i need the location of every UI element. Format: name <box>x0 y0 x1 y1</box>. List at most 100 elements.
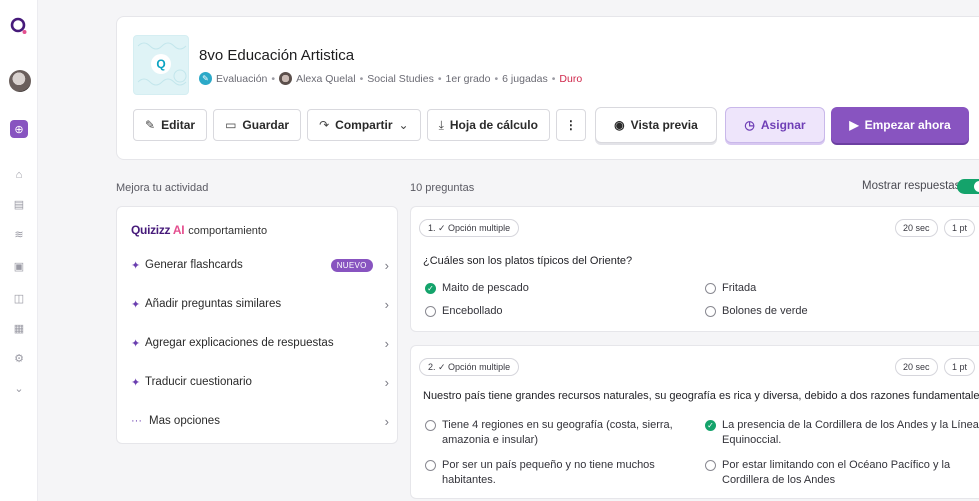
clock-icon: ◷ <box>744 118 755 132</box>
start-label: Empezar ahora <box>864 118 951 132</box>
radio-icon <box>705 306 716 317</box>
difficulty-badge: Duro <box>559 72 583 85</box>
time-pill[interactable]: 20 sec <box>895 219 938 237</box>
question-text: ¿Cuáles son los platos típicos del Orien… <box>423 255 633 267</box>
folder-icon: ▭ <box>225 118 237 132</box>
classes-icon[interactable]: ▣ <box>12 260 26 274</box>
quizizz-logo-icon[interactable] <box>9 16 29 36</box>
sparkle-icon: ✦ <box>131 376 141 389</box>
subscriptions-icon[interactable]: ▦ <box>12 322 26 336</box>
page-title: 8vo Educación Artistica <box>199 47 355 64</box>
option-text: Maito de pescado <box>442 282 529 294</box>
explore-icon[interactable]: ⌂ <box>12 168 26 182</box>
sparkle-icon: ✦ <box>131 298 141 311</box>
save-button[interactable]: ▭ Guardar <box>213 109 302 141</box>
improve-card: Quizizz AI comportamiento ✦ Generar flas… <box>116 206 398 444</box>
share-label: Compartir <box>335 118 393 132</box>
answer-option: Fritada <box>705 281 756 296</box>
question-text: Nuestro país tiene grandes recursos natu… <box>423 390 979 402</box>
answer-option: ✓ Maito de pescado <box>425 281 529 296</box>
library-icon[interactable]: ▤ <box>12 198 26 212</box>
author-avatar <box>279 72 293 85</box>
answer-option: Encebollado <box>425 304 503 319</box>
preview-button[interactable]: ◉ Vista previa <box>595 107 717 143</box>
radio-icon <box>425 306 436 317</box>
sparkle-icon: ✦ <box>131 337 141 350</box>
chevron-right-icon: › <box>384 413 389 429</box>
brand-suffix: comportamiento <box>188 225 268 237</box>
chevron-right-icon: › <box>384 335 389 351</box>
reports-icon[interactable]: ≋ <box>12 228 26 242</box>
edit-button[interactable]: ✎ Editar <box>133 109 208 141</box>
play-icon: ▶ <box>849 118 859 132</box>
add-similar-questions-item[interactable]: ✦ Añadir preguntas similares › <box>131 295 389 313</box>
accommodations-icon[interactable]: ◫ <box>12 292 26 306</box>
generate-flashcards-item[interactable]: ✦ Generar flashcards NUEVO › <box>131 256 389 274</box>
more-options-button[interactable]: ⋮ <box>555 109 586 141</box>
start-now-button[interactable]: ▶ Empezar ahora <box>831 107 969 143</box>
points-pill[interactable]: 1 pt <box>944 358 976 376</box>
preview-label: Vista previa <box>630 118 698 132</box>
chevron-right-icon: › <box>384 257 389 273</box>
answer-option: ✓ La presencia de la Cordillera de los A… <box>705 418 979 448</box>
assign-button[interactable]: ◷ Asignar <box>725 107 825 143</box>
points-pill[interactable]: 1 pt <box>944 219 976 237</box>
quiz-toolbar: ✎ Editar ▭ Guardar ↷ Compartir ⌄ ⤓ Hoja … <box>133 109 586 141</box>
quiz-subject: Social Studies <box>367 72 434 85</box>
assign-label: Asignar <box>760 118 806 132</box>
answer-option: Por ser un país pequeño y no tiene mucho… <box>425 458 705 488</box>
edit-label: Editar <box>161 118 196 132</box>
brand-ai: AI <box>172 223 185 237</box>
separator: • <box>271 72 276 85</box>
chevron-down-icon: ⌄ <box>398 118 409 132</box>
assessment-icon: ✎ <box>199 72 212 85</box>
radio-icon <box>705 460 716 471</box>
option-text: La presencia de la Cordillera de los And… <box>722 419 979 446</box>
question-type-pill: 1. ✓ Opción multiple <box>419 219 520 237</box>
quiz-author[interactable]: Alexa Quelal <box>296 73 356 85</box>
show-answers-label: Mostrar respuestas <box>862 180 961 192</box>
radio-icon <box>425 460 436 471</box>
left-rail: ⊕ ⌂ ▤ ≋ ▣ ◫ ▦ ⚙ ⌄ <box>0 0 38 501</box>
quiz-meta: ✎ Evaluación • Alexa Quelal • Social Stu… <box>199 72 582 85</box>
ellipsis-icon: ··· <box>131 415 142 427</box>
share-button[interactable]: ↷ Compartir ⌄ <box>307 109 421 141</box>
answer-option: Bolones de verde <box>705 304 808 319</box>
option-text: Fritada <box>722 282 757 294</box>
kebab-icon: ⋮ <box>564 118 577 132</box>
item-label: Agregar explicaciones de respuestas <box>145 337 334 349</box>
quiz-header-card: Q 8vo Educación Artistica ✎ Evaluación •… <box>116 16 979 160</box>
show-answers-toggle[interactable] <box>957 179 979 194</box>
new-badge: NUEVO <box>330 258 373 272</box>
improve-section-label: Mejora tu actividad <box>116 182 209 194</box>
create-icon[interactable]: ⊕ <box>10 120 28 138</box>
quiz-grade: 1er grado <box>445 72 491 85</box>
question-count: 10 preguntas <box>410 182 475 194</box>
more-icon[interactable]: ⌄ <box>12 382 26 396</box>
spreadsheet-button[interactable]: ⤓ Hoja de cálculo <box>426 109 550 141</box>
settings-icon[interactable]: ⚙ <box>12 352 26 366</box>
separator: • <box>494 72 499 85</box>
sparkle-icon: ✦ <box>131 259 141 272</box>
separator: • <box>551 72 556 85</box>
option-text: Por estar limitando con el Océano Pacífi… <box>722 459 951 486</box>
chevron-right-icon: › <box>384 296 389 312</box>
time-pill[interactable]: 20 sec <box>895 358 938 376</box>
separator: • <box>437 72 442 85</box>
question-card-1[interactable]: 1. ✓ Opción multiple 20 sec 1 pt ¿Cuáles… <box>410 206 979 332</box>
item-label: Añadir preguntas similares <box>145 298 282 310</box>
more-options-item[interactable]: ··· Mas opciones › <box>131 412 389 430</box>
question-card-2[interactable]: 2. ✓ Opción multiple 20 sec 1 pt Nuestro… <box>410 345 979 499</box>
ai-brand-row: Quizizz AI comportamiento <box>131 223 267 237</box>
add-explanations-item[interactable]: ✦ Agregar explicaciones de respuestas › <box>131 334 389 352</box>
quiz-plays: 6 jugadas <box>502 72 548 85</box>
separator: • <box>359 72 364 85</box>
correct-check-icon: ✓ <box>425 283 436 294</box>
avatar[interactable] <box>9 70 31 92</box>
edit-icon: ✎ <box>145 118 156 132</box>
item-label: Traducir cuestionario <box>145 376 252 388</box>
quizizz-ai-logo: Quizizz AI <box>131 223 185 237</box>
correct-check-icon: ✓ <box>705 420 716 431</box>
option-text: Encebollado <box>442 305 503 317</box>
translate-quiz-item[interactable]: ✦ Traducir cuestionario › <box>131 373 389 391</box>
